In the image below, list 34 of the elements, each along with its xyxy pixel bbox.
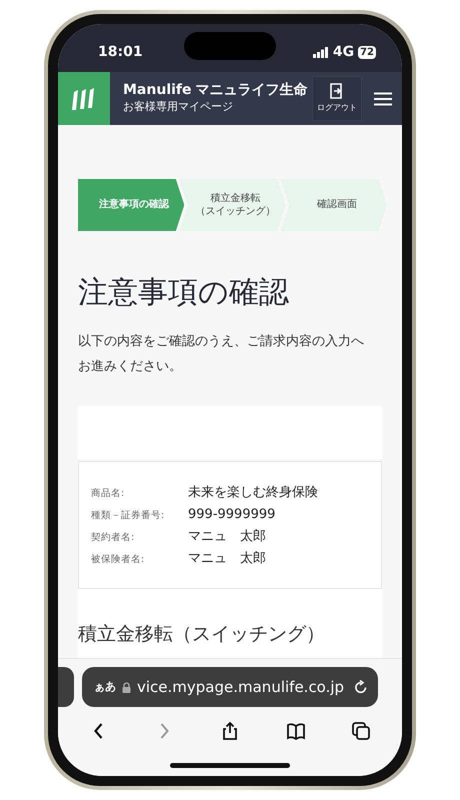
detail-value: 未来を楽しむ終身保険 (188, 484, 318, 502)
status-time: 18:01 (98, 42, 143, 62)
detail-value: マニュ 太郎 (188, 528, 266, 546)
book-icon (286, 722, 305, 740)
logout-icon (330, 83, 344, 99)
detail-label: 契約者名: (91, 530, 136, 545)
brand-subtitle: マニュライフ生命 (196, 82, 308, 100)
chevron-left-icon (94, 722, 104, 740)
text-size-button[interactable]: ぁあ (94, 678, 116, 696)
brand-name: Manulife (123, 82, 192, 100)
signal-icon (312, 46, 329, 58)
network-label: 4G (332, 42, 354, 62)
logout-button[interactable]: ログアウト (312, 76, 362, 121)
intro-text: 以下の内容をご確認のうえ、ご請求内容の入力へお進みください。 (78, 333, 365, 376)
detail-label: 種類－証券番号: (91, 508, 166, 523)
url-text: vice.mypage.manulife.co.jp (137, 676, 346, 698)
page-title: 注意事項の確認 (78, 275, 290, 311)
detail-label: 被保険者名: (91, 552, 146, 567)
share-icon (220, 722, 239, 740)
detail-label: 商品名: (91, 486, 126, 501)
site-subtitle: お客様専用マイページ (123, 100, 234, 114)
lock-icon (122, 682, 131, 692)
detail-value: マニュ 太郎 (188, 550, 266, 568)
tabs-icon (352, 722, 370, 740)
progress-step: 注意事項の確認 (78, 179, 184, 231)
section-heading: 積立金移転（スイッチング） (78, 623, 326, 646)
address-bar[interactable]: ぁあ vice.mypage.manulife.co.jp (82, 667, 378, 707)
detail-value: 999-9999999 (188, 506, 276, 524)
progress-step: 積立金移転 （スイッチング） (179, 179, 286, 231)
reload-icon[interactable] (354, 680, 368, 694)
battery-level: 72 (358, 46, 376, 58)
chevron-right-icon (160, 722, 169, 740)
menu-icon (374, 92, 392, 106)
progress-step: 確認画面 (280, 179, 387, 231)
